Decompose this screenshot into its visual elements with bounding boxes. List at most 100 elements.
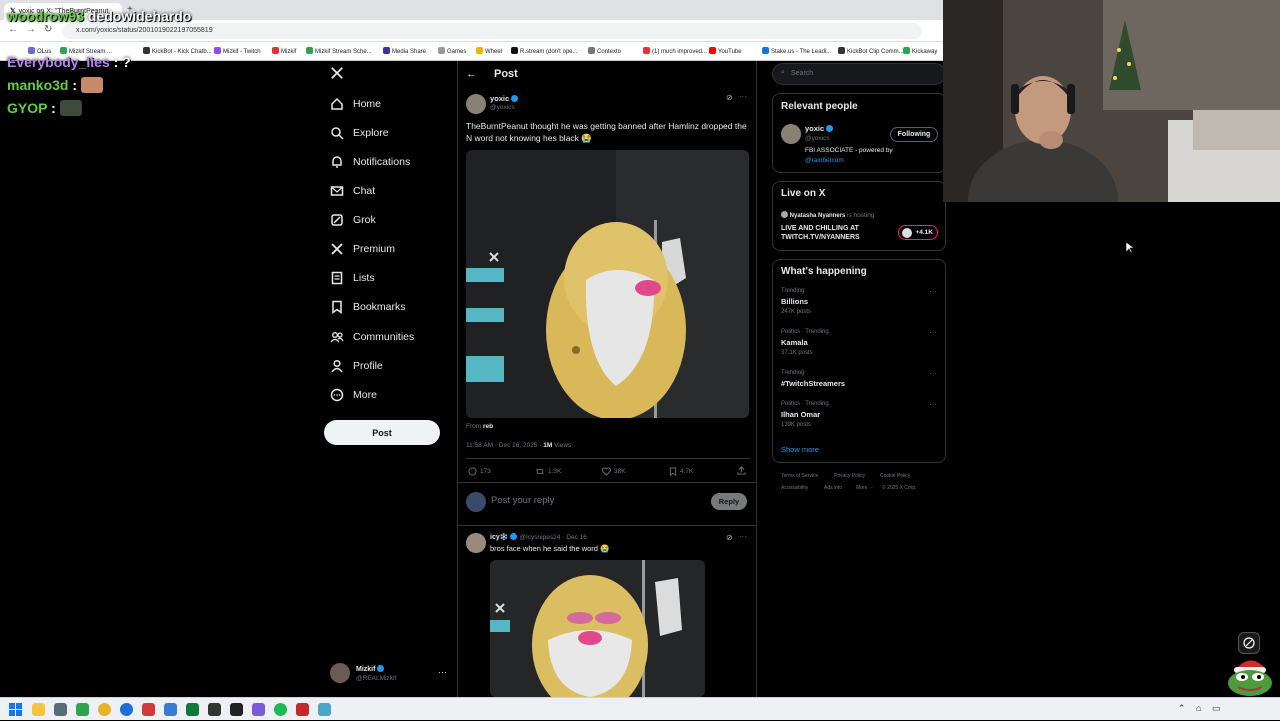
post-video[interactable] [466,150,749,418]
app-icon[interactable] [230,703,243,716]
bookmark-item[interactable]: YouTube [709,47,742,55]
nav-item-home[interactable]: Home [330,93,381,115]
from-user-link[interactable]: reb [483,423,493,430]
trend-post-count: 37.1K posts [781,350,813,356]
search-icon [330,126,344,140]
app-icon[interactable] [164,703,177,716]
forward-arrow-icon[interactable]: → [26,24,36,35]
spotify-icon[interactable] [274,703,287,716]
app-icon[interactable] [318,703,331,716]
card-title: Relevant people [781,101,858,112]
app-icon[interactable] [120,703,133,716]
repost-action[interactable]: 1.3K [535,467,561,476]
url-bar[interactable]: x.com/yoxics/status/2001019022197055819 [62,23,922,39]
bookmark-item[interactable]: Stake.us - The Leadi... [762,47,831,55]
bookmark-item[interactable]: Kickaway [903,47,937,55]
relevant-name-row[interactable]: yoxic [805,124,834,133]
avatar[interactable] [466,94,486,114]
x-logo-icon[interactable] [330,66,346,82]
nav-item-chat[interactable]: Chat [330,180,375,202]
following-button[interactable]: Following [890,127,938,142]
author-row[interactable]: yoxic [490,94,519,103]
nav-label: Home [353,98,382,110]
reply-author-name[interactable]: icy❄️ [490,534,508,541]
nav-item-lists[interactable]: Lists [330,267,375,289]
grok-icon[interactable]: ⊘ [726,93,733,102]
footer-link[interactable]: More ··· [856,485,874,491]
grok-icon[interactable]: ⊘ [726,533,733,542]
reply-button[interactable]: Reply [711,493,747,510]
live-host-row[interactable]: Nyatasha Nyanners is hosting [781,211,875,219]
more-dots-icon[interactable]: ··· [739,92,747,101]
show-more-link[interactable]: Show more [781,445,819,454]
bookmark-item[interactable]: Mizkif - Twitch [214,47,261,55]
search-input[interactable]: Search [791,70,813,77]
share-action[interactable] [737,466,749,475]
reply-action[interactable]: 173 [468,467,491,476]
reload-icon[interactable]: ↻ [44,24,52,35]
more-dots-icon[interactable]: ··· [739,532,747,541]
app-icon[interactable] [142,703,155,716]
mic-icon[interactable]: ⌂ [1196,703,1201,713]
bookmark-item[interactable]: Mizkif [272,47,296,55]
author-handle: @yoxics [490,104,515,111]
bookmark-item[interactable]: Wheel [476,47,502,55]
nav-item-premium[interactable]: Premium [330,238,395,260]
footer-link[interactable]: Accessibility [781,485,808,491]
back-arrow-icon[interactable]: ← [466,68,477,80]
like-action[interactable]: 38K [602,467,626,476]
more-dots-icon[interactable]: ··· [929,328,937,337]
nav-item-profile[interactable]: Profile [330,355,383,377]
bookmark-item[interactable]: KickBot - Kick Chatb... [143,47,212,55]
chat-message: GYOP : [7,100,82,116]
more-dots-icon[interactable]: ··· [929,400,937,409]
app-icon[interactable] [76,703,89,716]
bookmark-item[interactable]: Games [438,47,466,55]
live-listener-badge[interactable]: +4.1K [898,225,938,240]
bookmark-item[interactable]: (1) much improved... [643,47,707,55]
nav-item-notifications[interactable]: Notifications [330,151,410,173]
more-dots-icon[interactable]: ··· [929,369,937,378]
nav-item-explore[interactable]: Explore [330,122,389,144]
live-title[interactable]: LIVE AND CHILLING AT TWITCH.TV/NYANNERS [781,224,881,242]
footer-link[interactable]: Cookie Policy [880,473,910,479]
tray-icon[interactable]: ▭ [1212,703,1221,714]
app-icon[interactable] [54,703,67,716]
search-box[interactable]: ⌕ Search [772,63,946,85]
bookmark-item[interactable]: Media Share [383,47,426,55]
post-button[interactable]: Post [324,420,440,445]
more-dots-icon[interactable]: ··· [438,667,447,677]
file-explorer-icon[interactable] [32,703,45,716]
bookmark-label: YouTube [718,49,742,55]
timestamp[interactable]: 11:58 AM · Dec 16, 2025 · [466,442,541,449]
nav-item-grok[interactable]: Grok [330,209,376,231]
footer-link[interactable]: Ads info [824,485,842,491]
app-icon[interactable] [186,703,199,716]
app-icon[interactable] [208,703,221,716]
nav-item-more[interactable]: More [330,384,377,406]
account-switcher[interactable]: Mizkif @REALMizkif ··· [330,663,450,685]
bookmark-item[interactable]: R.stream (don't ope... [511,47,578,55]
avatar[interactable] [466,533,486,553]
reply-video[interactable] [490,560,705,697]
more-dots-icon[interactable]: ··· [929,287,937,296]
bookmark-item[interactable]: Mizkif Stream Sche... [306,47,372,55]
back-arrow-icon[interactable]: ← [8,24,18,35]
windows-start-icon[interactable] [9,703,22,716]
bio-link[interactable]: @rainbetcom [805,157,844,164]
nav-item-communities[interactable]: Communities [330,326,414,348]
bookmark-item[interactable]: KickBot Clip Comm... [838,47,904,55]
footer-link[interactable]: Terms of Service [781,473,818,479]
footer-link[interactable]: Privacy Policy [834,473,865,479]
timestamp-row: 11:58 AM · Dec 16, 2025 · 1M Views [466,442,571,449]
bookmark-action[interactable]: 4.7K [669,467,693,476]
avatar[interactable] [781,124,801,144]
reply-input[interactable]: Post your reply [491,495,554,506]
nav-item-bookmarks[interactable]: Bookmarks [330,296,406,318]
chrome-icon[interactable] [98,703,111,716]
tray-chevron-icon[interactable]: ⌃ [1178,703,1186,714]
app-icon[interactable] [296,703,309,716]
app-icon[interactable] [252,703,265,716]
bookmark-favicon-icon [306,47,313,54]
bookmark-item[interactable]: Contexto [588,47,621,55]
